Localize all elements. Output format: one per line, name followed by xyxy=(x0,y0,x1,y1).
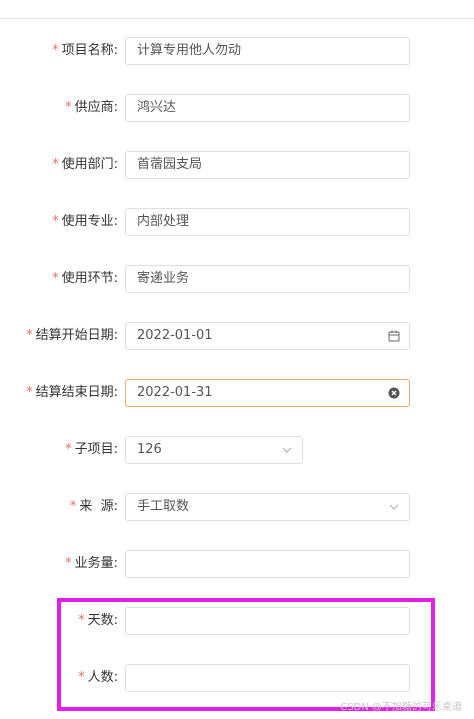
start-date-picker[interactable]: 2022-01-01 xyxy=(125,322,410,350)
headcount-input[interactable] xyxy=(125,664,410,692)
required-mark: * xyxy=(65,100,72,115)
required-mark: * xyxy=(52,214,59,229)
form-row-end-date: * 结算结束日期: 2022-01-31 xyxy=(0,379,474,407)
volume-label: * 业务量: xyxy=(65,556,118,571)
supplier-input[interactable]: 鸿兴达 xyxy=(125,94,410,122)
start-date-label: * 结算开始日期: xyxy=(26,328,118,343)
top-divider xyxy=(0,0,474,19)
days-label: * 天数: xyxy=(78,613,118,628)
project-name-input[interactable]: 计算专用他人勿动 xyxy=(125,37,410,65)
required-mark: * xyxy=(65,556,72,571)
chevron-down-icon xyxy=(389,504,399,510)
form-row-source: * 来 源: 手工取数 xyxy=(0,493,474,521)
specialty-input[interactable]: 内部处理 xyxy=(125,208,410,236)
end-date-picker[interactable]: 2022-01-31 xyxy=(125,379,410,407)
specialty-label: * 使用专业: xyxy=(52,214,118,229)
end-date-label: * 结算结束日期: xyxy=(26,385,118,400)
required-mark: * xyxy=(26,328,33,343)
headcount-label: * 人数: xyxy=(78,670,118,685)
required-mark: * xyxy=(78,670,85,685)
source-label: * 来 源: xyxy=(69,499,118,514)
required-mark: * xyxy=(52,43,59,58)
project-name-label: * 项目名称: xyxy=(52,43,118,58)
subproject-select[interactable]: 126 xyxy=(125,436,303,464)
supplier-label: * 供应商: xyxy=(65,100,118,115)
form-row-start-date: * 结算开始日期: 2022-01-01 xyxy=(0,322,474,350)
form-row-volume: * 业务量: xyxy=(0,550,474,578)
chevron-down-icon xyxy=(282,447,292,453)
source-select[interactable]: 手工取数 xyxy=(125,493,410,521)
required-mark: * xyxy=(52,271,59,286)
department-label: * 使用部门: xyxy=(52,157,118,172)
required-mark: * xyxy=(52,157,59,172)
required-mark: * xyxy=(78,613,85,628)
form-row-supplier: * 供应商: 鸿兴达 xyxy=(0,94,474,122)
form-row-department: * 使用部门: 首蓿园支局 xyxy=(0,151,474,179)
clear-circle-icon[interactable] xyxy=(388,387,400,399)
form-row-headcount: * 人数: xyxy=(0,664,474,692)
volume-input[interactable] xyxy=(125,550,410,578)
department-input[interactable]: 首蓿园支局 xyxy=(125,151,410,179)
watermark: CSDN @不加糖的可乐桌道 xyxy=(340,702,462,713)
form-row-stage: * 使用环节: 寄递业务 xyxy=(0,265,474,293)
subproject-label: * 子项目: xyxy=(65,442,118,457)
calendar-icon[interactable] xyxy=(388,330,400,342)
form-row-subproject: * 子项目: 126 xyxy=(0,436,474,464)
stage-label: * 使用环节: xyxy=(52,271,118,286)
form-row-specialty: * 使用专业: 内部处理 xyxy=(0,208,474,236)
form-row-days: * 天数: xyxy=(0,607,474,635)
required-mark: * xyxy=(69,499,77,514)
required-mark: * xyxy=(65,442,72,457)
required-mark: * xyxy=(26,385,33,400)
stage-input[interactable]: 寄递业务 xyxy=(125,265,410,293)
form-row-project-name: * 项目名称: 计算专用他人勿动 xyxy=(0,37,474,65)
days-input[interactable] xyxy=(125,607,410,635)
